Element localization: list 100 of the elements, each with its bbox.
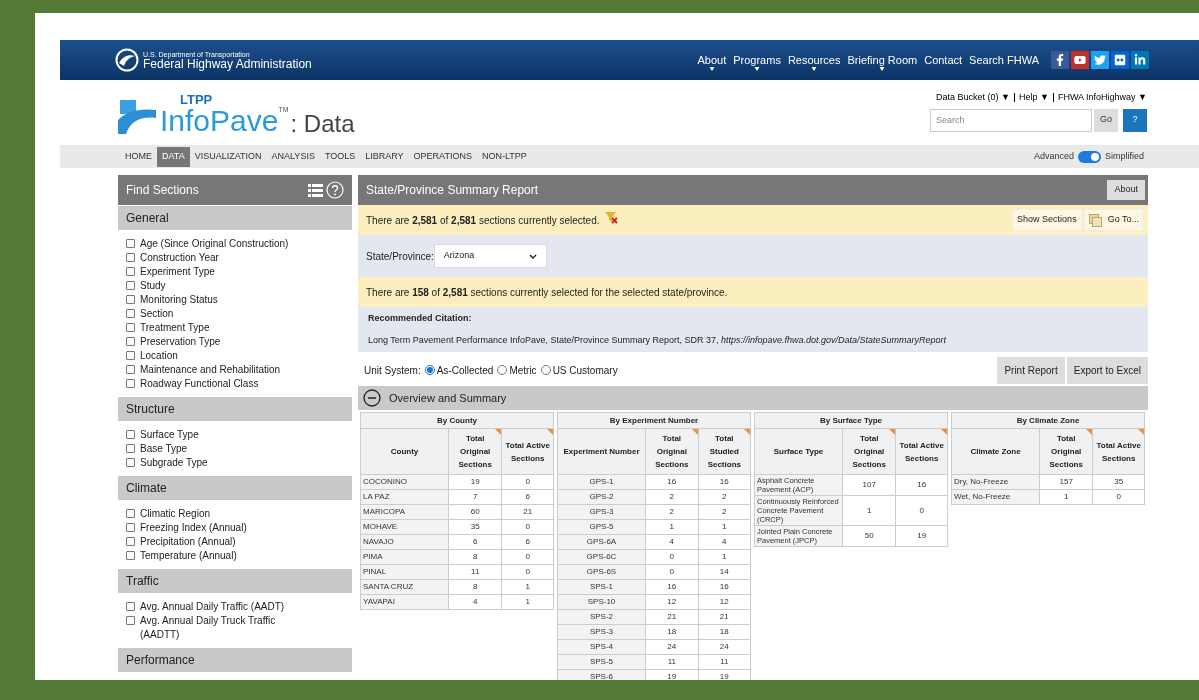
filter-option[interactable]: Construction Year — [140, 251, 219, 265]
column-header: Experiment Number — [557, 428, 646, 475]
filter-option[interactable]: Avg. Annual Daily Traffic (AADT) — [140, 600, 285, 614]
show-sections-button[interactable]: Show Sections — [1012, 209, 1082, 231]
radio-label[interactable]: Metric — [509, 362, 537, 378]
column-header: Total Active Sections — [1092, 428, 1145, 475]
pages-icon — [1088, 213, 1103, 227]
checkbox[interactable] — [126, 444, 135, 453]
filter-group-header[interactable]: General — [118, 206, 352, 230]
checkbox[interactable] — [126, 351, 135, 360]
linkedin-icon[interactable] — [1131, 51, 1149, 69]
table-cell: 19 — [645, 669, 699, 680]
go-to-button[interactable]: Go To... — [1083, 209, 1144, 231]
checkbox[interactable] — [126, 602, 135, 611]
checkbox[interactable] — [126, 537, 135, 546]
toggle-label: Advanced — [1033, 149, 1074, 163]
filter-group-header[interactable]: Traffic — [118, 569, 352, 593]
clear-filter-icon[interactable] — [604, 211, 618, 224]
checkbox[interactable] — [126, 281, 135, 290]
top-nav-link[interactable]: Search FHWA — [968, 51, 1040, 69]
nav-tab[interactable]: VISUALIZATION — [189, 146, 267, 167]
citation-label: Recommended Citation: — [368, 312, 473, 325]
checkbox[interactable] — [126, 551, 135, 560]
nav-tab[interactable]: OPERATIONS — [408, 146, 477, 167]
facebook-icon[interactable] — [1051, 51, 1069, 69]
filter-option[interactable]: Monitoring Status — [140, 293, 218, 307]
list-icon[interactable] — [308, 183, 323, 197]
help-icon[interactable] — [326, 181, 344, 199]
filter-group-header[interactable]: Structure — [118, 397, 352, 421]
filter-option[interactable]: Location — [140, 349, 178, 363]
top-nav-link[interactable]: Contact — [923, 51, 964, 69]
nav-tab[interactable]: DATA — [157, 146, 190, 167]
filter-group-header[interactable]: Climate — [118, 476, 352, 500]
filter-option[interactable]: Treatment Type — [140, 321, 210, 335]
checkbox[interactable] — [126, 295, 135, 304]
filter-option[interactable]: Climatic Region — [140, 507, 211, 521]
table-title: By Climate Zone — [951, 412, 1145, 429]
chevron-down-icon — [528, 253, 537, 259]
checkbox[interactable] — [126, 239, 135, 248]
utility-link[interactable]: Data Bucket (0) ▼ — [936, 91, 1010, 105]
twitter-icon[interactable] — [1091, 51, 1109, 69]
checkbox[interactable] — [126, 323, 135, 332]
print-report-button[interactable]: Print Report — [997, 356, 1065, 384]
nav-tab[interactable]: NON-LTPP — [476, 146, 532, 167]
filter-option[interactable]: Precipitation (Annual) — [140, 535, 236, 549]
filter-option[interactable]: Base Type — [140, 442, 188, 456]
checkbox[interactable] — [126, 337, 135, 346]
checkbox[interactable] — [126, 509, 135, 518]
collapse-icon[interactable] — [363, 389, 381, 407]
table-title: By Experiment Number — [557, 412, 751, 429]
utility-link[interactable]: FHWA InfoHighway ▼ — [1057, 91, 1147, 105]
filter-option[interactable]: Maintenance and Rehabilitation — [140, 363, 281, 377]
utility-link[interactable]: Help ▼ — [1018, 91, 1049, 105]
top-nav-link[interactable]: About — [696, 51, 728, 69]
checkbox[interactable] — [126, 365, 135, 374]
radio-label[interactable]: US Customary — [552, 362, 618, 378]
export-button[interactable]: Export to Excel — [1066, 356, 1148, 384]
filter-option[interactable]: Study — [140, 279, 166, 293]
top-nav-link[interactable]: Briefing Room — [846, 51, 919, 69]
filter-option[interactable]: Surface Type — [140, 428, 199, 442]
state-select[interactable]: Arizona — [433, 244, 547, 268]
about-button[interactable]: About — [1107, 180, 1145, 200]
filter-option[interactable]: Subgrade Type — [140, 456, 208, 470]
checkbox[interactable] — [126, 309, 135, 318]
youtube-icon[interactable] — [1071, 51, 1089, 69]
go-button[interactable]: Go — [1094, 108, 1118, 132]
top-nav-link[interactable]: Programs — [732, 51, 782, 69]
nav-tab[interactable]: HOME — [120, 146, 157, 167]
checkbox[interactable] — [126, 523, 135, 532]
radio-label[interactable]: As-Collected — [436, 362, 494, 378]
report-title: State/Province Summary Report — [366, 182, 539, 199]
search-field[interactable]: Search — [930, 108, 1092, 132]
filter-option[interactable]: Age (Since Original Construction) — [140, 237, 289, 251]
checkbox[interactable] — [126, 430, 135, 439]
checkbox[interactable] — [126, 253, 135, 262]
filter-option[interactable]: Preservation Type — [140, 335, 221, 349]
filter-option[interactable]: Avg. Annual Daily Truck Traffic (AADTT) — [140, 614, 300, 642]
checkbox[interactable] — [126, 379, 135, 388]
column-header: Total Original Sections — [645, 428, 699, 475]
table-cell: 1 — [842, 495, 896, 526]
nav-tab[interactable]: ANALYSIS — [266, 146, 320, 167]
top-nav-link[interactable]: Resources — [786, 51, 842, 69]
help-button[interactable]: ? — [1123, 108, 1147, 132]
section-title: Overview and Summary — [389, 390, 507, 406]
nav-tab[interactable]: LIBRARY — [360, 146, 409, 167]
checkbox[interactable] — [126, 616, 135, 625]
filter-option[interactable]: Experiment Type — [140, 265, 215, 279]
filter-group-header[interactable]: Performance — [118, 648, 352, 672]
filter-option[interactable]: Section — [140, 307, 174, 321]
checkbox[interactable] — [126, 267, 135, 276]
filter-option[interactable]: Roadway Functional Class — [140, 377, 259, 391]
nav-tab[interactable]: TOOLS — [319, 146, 361, 167]
filter-option[interactable]: Temperature (Annual) — [140, 549, 237, 563]
checkbox[interactable] — [126, 458, 135, 467]
column-header: Total Original Sections — [842, 428, 896, 475]
column-header: Total Active Sections — [501, 428, 554, 475]
filter-option[interactable]: Freezing Index (Annual) — [140, 521, 247, 535]
mode-toggle[interactable] — [1078, 150, 1101, 163]
column-header: Total Studied Sections — [698, 428, 751, 475]
flickr-icon[interactable] — [1111, 51, 1129, 69]
